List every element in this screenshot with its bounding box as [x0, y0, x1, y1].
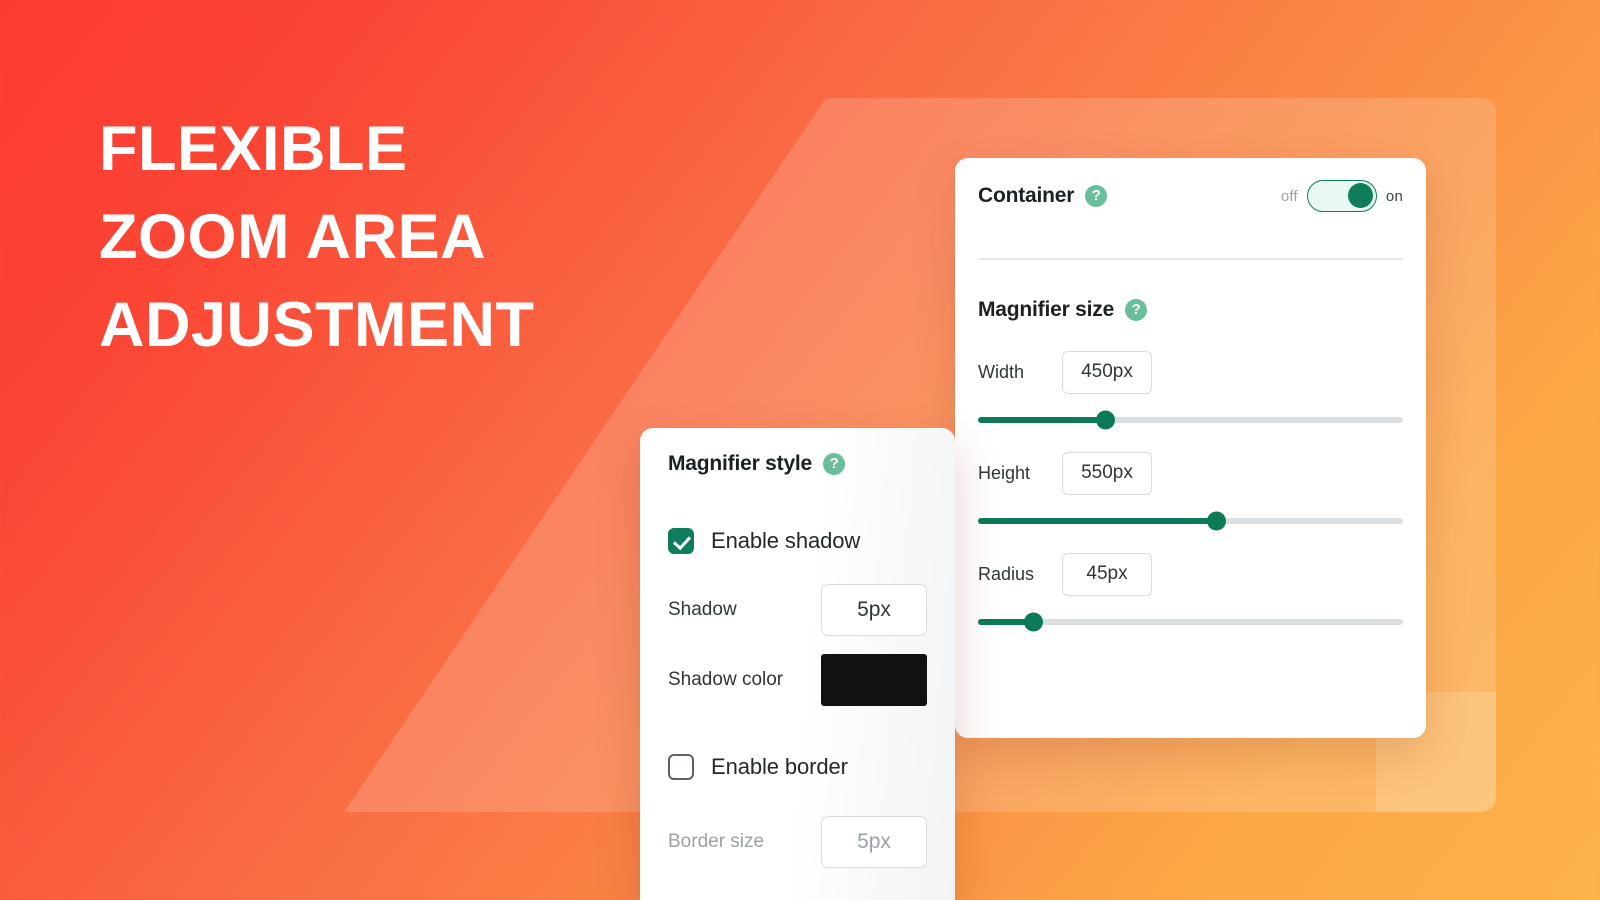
magnifier-size-label: Magnifier size: [978, 297, 1115, 321]
width-slider-fill: [978, 416, 1106, 423]
shadow-color-swatch[interactable]: [821, 654, 927, 706]
width-row: Width 450px: [977, 350, 1404, 394]
enable-shadow-label: Enable shadow: [711, 528, 861, 553]
shadow-color-row: Shadow color: [668, 654, 927, 706]
magnifier-style-panel: Magnifier style ? Enable shadow Shadow 5…: [640, 428, 955, 900]
height-input[interactable]: 550px: [1062, 451, 1152, 495]
enable-border-label: Enable border: [711, 754, 848, 779]
page-title: FLEXIBLE ZOOM AREA ADJUSTMENT: [99, 105, 799, 369]
magnifier-settings-panel: Container ? off on Magnifier size ? Widt…: [955, 158, 1426, 738]
width-slider-thumb[interactable]: [1096, 410, 1115, 429]
height-slider-thumb[interactable]: [1206, 511, 1226, 530]
border-size-input[interactable]: 5px: [821, 816, 927, 868]
page-title-line-1: FLEXIBLE: [99, 114, 408, 184]
shadow-color-label: Shadow color: [668, 669, 784, 690]
help-icon[interactable]: ?: [1125, 298, 1148, 321]
container-title: Container ?: [978, 184, 1108, 208]
radius-input[interactable]: 45px: [1062, 552, 1152, 596]
toggle-off-label: off: [1280, 187, 1298, 205]
border-size-label: Border size: [668, 831, 765, 852]
height-slider[interactable]: [978, 511, 1403, 530]
radius-label: Radius: [978, 563, 1035, 584]
height-label: Height: [978, 462, 1031, 483]
width-label: Width: [978, 361, 1025, 382]
magnifier-size-title: Magnifier size ?: [977, 298, 1404, 322]
help-icon[interactable]: ?: [823, 453, 846, 475]
container-row: Container ? off on: [977, 158, 1404, 234]
radius-slider[interactable]: [978, 612, 1403, 631]
magnifier-style-title: Magnifier style ?: [668, 452, 927, 476]
page-title-line-3: ADJUSTMENT: [99, 290, 535, 360]
section-divider: [978, 258, 1403, 260]
height-slider-fill: [978, 517, 1216, 524]
toggle-knob: [1348, 183, 1374, 208]
radius-row: Radius 45px: [977, 552, 1404, 596]
border-size-row: Border size 5px: [668, 816, 927, 868]
container-toggle-group: off on: [1281, 180, 1403, 212]
enable-border-checkbox[interactable]: [668, 754, 694, 780]
container-toggle[interactable]: [1306, 180, 1377, 212]
radius-slider-thumb[interactable]: [1023, 612, 1043, 631]
enable-shadow-checkbox[interactable]: [668, 528, 694, 554]
container-label: Container: [978, 184, 1075, 207]
toggle-on-label: on: [1385, 187, 1403, 205]
enable-shadow-row[interactable]: Enable shadow: [668, 528, 927, 554]
shadow-row: Shadow 5px: [668, 584, 927, 636]
height-row: Height 550px: [977, 451, 1404, 495]
enable-border-row[interactable]: Enable border: [668, 754, 927, 780]
width-input[interactable]: 450px: [1062, 350, 1152, 394]
width-slider[interactable]: [978, 410, 1403, 429]
shadow-label: Shadow: [668, 599, 737, 620]
magnifier-style-label: Magnifier style: [668, 452, 813, 475]
help-icon[interactable]: ?: [1085, 185, 1108, 207]
shadow-input[interactable]: 5px: [821, 584, 927, 636]
page-title-line-2: ZOOM AREA: [99, 202, 487, 272]
